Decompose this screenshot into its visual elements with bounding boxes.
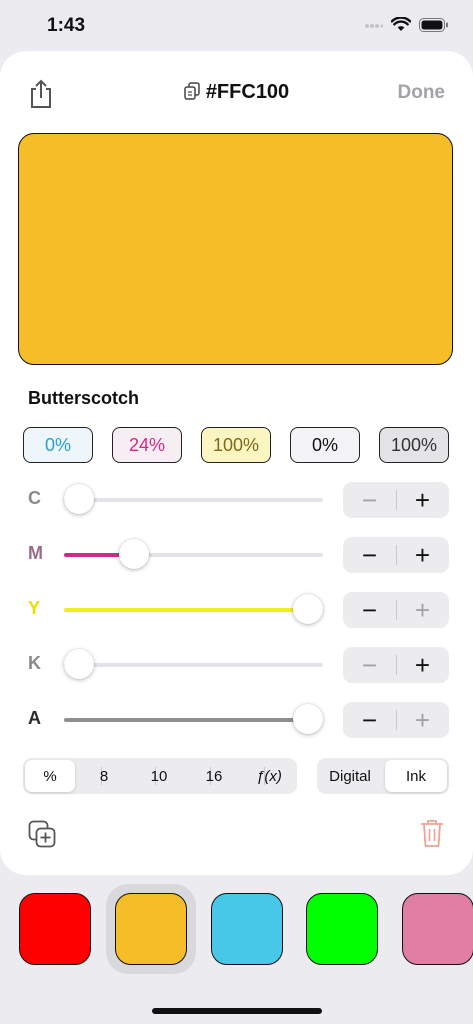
stepper-y: − + [343, 592, 449, 628]
status-bar: 1:43 [0, 0, 473, 50]
minus-icon: − [361, 484, 378, 515]
chip-magenta[interactable]: 24% [112, 427, 182, 463]
minus-icon: − [361, 704, 378, 735]
chip-yellow-text: 100% [212, 434, 260, 455]
slider-m-thumb[interactable] [118, 539, 149, 569]
delete-button[interactable] [419, 818, 445, 848]
palette-swatch-5[interactable] [402, 893, 473, 965]
chip-key[interactable]: 0% [290, 427, 360, 463]
slider-label-c: C [28, 488, 41, 508]
stepper-a-minus[interactable]: − [343, 702, 396, 738]
slider-c-thumb[interactable] [64, 484, 94, 514]
slider-label-k: K [28, 653, 41, 673]
chip-cyan-text: 0% [44, 434, 71, 455]
slider-k[interactable] [64, 649, 323, 679]
stepper-k-plus[interactable]: + [396, 647, 449, 683]
stepper-c-minus[interactable]: − [343, 482, 396, 518]
slider-row-m: M − + [0, 535, 473, 575]
status-time: 1:43 [47, 15, 86, 36]
duplicate-icon [28, 820, 56, 852]
format-8[interactable]: 8 [79, 760, 129, 792]
slider-row-y: Y − + [0, 590, 473, 630]
trash-icon [419, 820, 445, 852]
minus-icon: − [361, 539, 378, 570]
slider-c[interactable] [64, 484, 323, 514]
mode-digital[interactable]: Digital [319, 760, 381, 792]
mode-segmented-control: Digital Ink [317, 758, 449, 794]
chip-cyan[interactable]: 0% [23, 427, 93, 463]
slider-label-a: A [28, 708, 41, 728]
chip-yellow[interactable]: 100% [201, 427, 271, 463]
slider-row-c: C − + [0, 480, 473, 520]
plus-icon: + [414, 484, 431, 515]
color-name: Butterscotch [28, 388, 140, 408]
header: #FFC100 Done [0, 51, 473, 135]
copy-icon [184, 82, 200, 106]
minus-icon: − [361, 594, 378, 625]
slider-y[interactable] [64, 594, 323, 624]
slider-a[interactable] [64, 704, 323, 734]
chip-magenta-text: 24% [128, 434, 166, 455]
plus-icon: + [414, 594, 431, 625]
format-10[interactable]: 10 [134, 760, 184, 792]
plus-icon: + [414, 704, 431, 735]
stepper-k: − + [343, 647, 449, 683]
palette-swatch-3[interactable] [211, 893, 283, 965]
slider-row-k: K − + [0, 645, 473, 685]
color-palette [0, 884, 473, 974]
format-percent[interactable]: % [25, 760, 75, 792]
format-16[interactable]: 16 [189, 760, 239, 792]
slider-row-a: A − + [0, 700, 473, 740]
wifi-icon [390, 16, 412, 37]
format-function[interactable]: ƒ(x) [244, 760, 294, 792]
stepper-c-plus[interactable]: + [396, 482, 449, 518]
slider-a-fill [64, 718, 308, 722]
value-chips: 0% 24% 100% 0% 100% [23, 427, 450, 465]
stepper-m-plus[interactable]: + [396, 537, 449, 573]
plus-icon: + [414, 539, 431, 570]
stepper-a-plus[interactable]: + [396, 702, 449, 738]
stepper-y-plus[interactable]: + [396, 592, 449, 628]
color-preview [18, 133, 453, 365]
slider-label-y: Y [28, 598, 41, 618]
status-icons [365, 16, 449, 37]
stepper-a: − + [343, 702, 449, 738]
slider-k-thumb[interactable] [64, 649, 94, 679]
slider-y-fill [64, 608, 308, 612]
slider-a-thumb[interactable] [293, 704, 323, 734]
palette-swatch-2[interactable] [115, 893, 187, 965]
color-picker-sheet: #FFC100 Done Butterscotch 0% 24% 100% 0%… [0, 51, 473, 875]
minus-icon: − [361, 649, 378, 680]
chip-key-text: 0% [311, 434, 338, 455]
slider-label-m: M [28, 543, 43, 563]
done-button[interactable]: Done [398, 82, 446, 104]
plus-icon: + [414, 649, 431, 680]
stepper-m: − + [343, 537, 449, 573]
duplicate-button[interactable] [28, 820, 56, 848]
stepper-c: − + [343, 482, 449, 518]
slider-m[interactable] [64, 539, 323, 569]
chip-alpha-text: 100% [390, 434, 438, 455]
palette-swatch-1[interactable] [19, 893, 91, 965]
stepper-m-minus[interactable]: − [343, 537, 396, 573]
hex-value: #FFC100 [205, 81, 290, 103]
palette-swatch-4[interactable] [306, 893, 378, 965]
battery-icon [419, 17, 449, 37]
home-indicator[interactable] [152, 1008, 322, 1014]
stepper-y-minus[interactable]: − [343, 592, 396, 628]
chip-alpha[interactable]: 100% [379, 427, 449, 463]
signal-icon [365, 18, 384, 36]
stepper-k-minus[interactable]: − [343, 647, 396, 683]
slider-y-thumb[interactable] [293, 594, 323, 624]
mode-ink[interactable]: Ink [385, 760, 447, 792]
format-segmented-control: % 8 10 16 ƒ(x) [23, 758, 297, 794]
